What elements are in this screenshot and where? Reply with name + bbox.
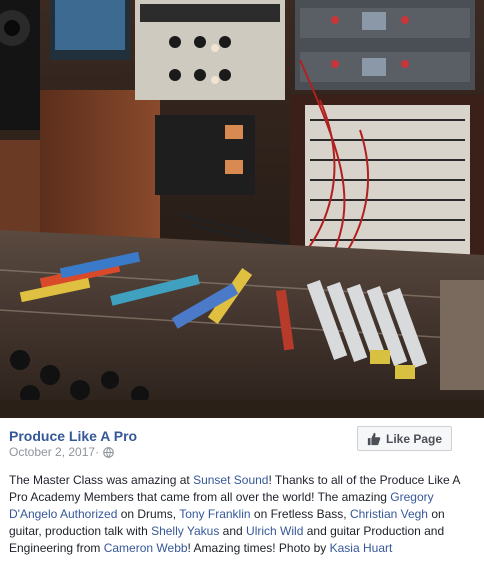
text-segment: on Drums, [117, 507, 180, 521]
post-text: The Master Class was amazing at Sunset S… [9, 472, 475, 557]
text-segment: on Fretless Bass, [250, 507, 350, 521]
text-segment: The Master Class was amazing at [9, 473, 194, 487]
post-date[interactable]: October 2, 2017 [9, 445, 95, 459]
mention-tony-franklin[interactable]: Tony Franklin [179, 507, 250, 521]
globe-icon[interactable] [103, 446, 114, 458]
post-meta: October 2, 2017 · [9, 445, 114, 459]
mention-sunset-sound[interactable]: Sunset Sound [193, 473, 268, 487]
mention-ulrich-wild[interactable]: Ulrich Wild [246, 524, 303, 538]
mention-shelly-yakus[interactable]: Shelly Yakus [151, 524, 219, 538]
like-page-label: Like Page [385, 431, 443, 446]
thumb-up-icon [367, 432, 381, 445]
text-segment: and [219, 524, 247, 538]
page-name-link[interactable]: Produce Like A Pro [9, 428, 137, 444]
post-photo[interactable] [0, 0, 484, 418]
like-page-button[interactable]: Like Page [357, 426, 452, 451]
mention-kasia-huart[interactable]: Kasia Huart [330, 541, 393, 555]
mention-cameron-webb[interactable]: Cameron Webb [104, 541, 188, 555]
meta-separator: · [95, 445, 100, 459]
text-segment: ! Amazing times! Photo by [187, 541, 330, 555]
mention-christian-vegh[interactable]: Christian Vegh [350, 507, 428, 521]
